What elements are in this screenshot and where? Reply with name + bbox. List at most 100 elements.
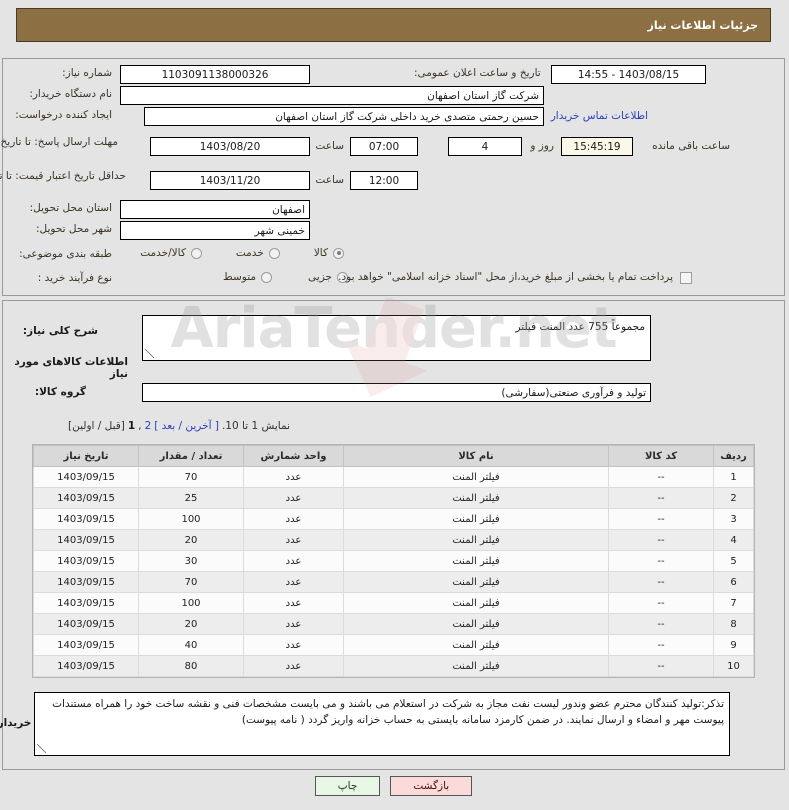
radio-option-khedmat[interactable]: خدمت — [237, 247, 281, 259]
deadline-hour-field[interactable]: 07:00 — [351, 137, 419, 156]
notes-textarea[interactable]: تذکر:تولید کنندگان محترم عضو وندور لیست … — [35, 692, 731, 756]
pagination-last-next[interactable]: [ آخرین / بعد ] — [155, 420, 220, 432]
col-row: ردیف — [714, 445, 755, 467]
cell-unit: عدد — [244, 487, 345, 509]
radio-option-kala[interactable]: کالا — [315, 247, 345, 259]
summary-label: شرح کلی نیاز: — [23, 325, 99, 337]
cell-row: 7 — [714, 592, 755, 614]
radio-icon[interactable] — [191, 247, 203, 259]
city-value: خمینی شهر — [255, 224, 306, 237]
deadline-date-field[interactable]: 1403/08/20 — [151, 137, 311, 156]
cell-date: 1403/09/15 — [34, 550, 140, 572]
buyer-org-field[interactable]: شرکت گاز استان اصفهان — [121, 86, 545, 105]
cell-row: 2 — [714, 487, 755, 509]
radio-icon[interactable] — [262, 271, 274, 283]
province-field[interactable]: اصفهان — [121, 200, 311, 219]
cell-date: 1403/09/15 — [34, 571, 140, 593]
pagination-page-2[interactable]: 2 — [146, 420, 153, 432]
summary-textarea[interactable]: مجموعاً 755 عدد المنت فیلتر — [143, 315, 652, 361]
cell-name: فیلتر المنت — [344, 529, 610, 551]
cell-unit: عدد — [244, 571, 345, 593]
province-value: اصفهان — [273, 203, 306, 216]
print-button[interactable]: چاپ — [315, 776, 382, 796]
process-radio-group: جزیی متوسط — [224, 271, 349, 283]
col-code: کد کالا — [609, 445, 715, 467]
radio-label: خدمت — [236, 247, 265, 259]
action-buttons: بازگشت چاپ — [0, 776, 789, 796]
validity-hour-label: ساعت — [316, 174, 345, 186]
cell-code: -- — [609, 655, 715, 677]
product-group-label: گروه کالا: — [35, 386, 87, 398]
cell-unit: عدد — [244, 613, 345, 635]
cell-date: 1403/09/15 — [34, 655, 140, 677]
radio-option-kala-khedmat[interactable]: کالا/خدمت — [141, 247, 203, 259]
cell-name: فیلتر المنت — [344, 634, 610, 656]
cell-name: فیلتر المنت — [344, 466, 610, 488]
cell-unit: عدد — [244, 466, 345, 488]
cell-name: فیلتر المنت — [344, 613, 610, 635]
col-name: نام کالا — [344, 445, 610, 467]
page-title: جزئیات اطلاعات نیاز — [648, 18, 760, 32]
cell-qty: 30 — [139, 550, 245, 572]
cell-date: 1403/09/15 — [34, 466, 140, 488]
announce-label: تاریخ و ساعت اعلان عمومی: — [415, 67, 542, 79]
cell-row: 1 — [714, 466, 755, 488]
cell-date: 1403/09/15 — [34, 613, 140, 635]
buyer-contact-link[interactable]: اطلاعات تماس خریدار — [552, 110, 649, 122]
cell-name: فیلتر المنت — [344, 655, 610, 677]
table-body: 1 -- فیلتر المنت عدد 70 1403/09/15 2 -- فیلتر ال… — [34, 466, 755, 677]
radio-label: جزیی — [309, 271, 333, 283]
cell-unit: عدد — [244, 529, 345, 551]
goods-table: ردیف کد کالا نام کالا واحد شمارش تعداد /… — [34, 445, 755, 677]
cell-unit: عدد — [244, 550, 345, 572]
province-label: استان محل تحویل: — [30, 202, 113, 214]
days-remaining-value: 4 — [482, 140, 490, 153]
cell-unit: عدد — [244, 592, 345, 614]
cell-date: 1403/09/15 — [34, 592, 140, 614]
radio-icon[interactable] — [269, 247, 281, 259]
cell-row: 10 — [714, 655, 755, 677]
cell-qty: 40 — [139, 634, 245, 656]
days-remaining-field: 4 — [449, 137, 523, 156]
table-row: 3 -- فیلتر المنت عدد 100 1403/09/15 — [34, 508, 755, 530]
pagination-prev-first: [قبل / اولین] — [69, 420, 126, 432]
announce-date-field[interactable]: 1403/08/15 - 14:55 — [552, 65, 707, 84]
radio-label: کالا/خدمت — [141, 247, 187, 259]
cell-qty: 25 — [139, 487, 245, 509]
cell-name: فیلتر المنت — [344, 571, 610, 593]
validity-date-field[interactable]: 1403/11/20 — [151, 171, 311, 190]
validity-hour-field[interactable]: 12:00 — [351, 171, 419, 190]
summary-value: مجموعاً 755 عدد المنت فیلتر — [516, 321, 646, 333]
radio-icon[interactable] — [334, 247, 345, 259]
product-group-field[interactable]: تولید و فرآوری صنعتی(سفارشی) — [143, 383, 652, 402]
cell-code: -- — [609, 634, 715, 656]
deadline-hour-label: ساعت — [316, 140, 345, 152]
city-label: شهر محل تحویل: — [37, 223, 113, 235]
validity-date-value: 1403/11/20 — [200, 174, 262, 187]
table-row: 1 -- فیلتر المنت عدد 70 1403/09/15 — [34, 466, 755, 488]
back-button[interactable]: بازگشت — [391, 776, 474, 796]
cell-unit: عدد — [244, 634, 345, 656]
cell-code: -- — [609, 466, 715, 488]
requester-field[interactable]: حسین رحمتی متصدی خرید داخلی شرکت گاز است… — [145, 107, 545, 126]
city-field[interactable]: خمینی شهر — [121, 221, 311, 240]
radio-label: کالا — [314, 247, 329, 259]
deadline-label: مهلت ارسال پاسخ: تا تاریخ: — [0, 136, 119, 148]
cell-code: -- — [609, 613, 715, 635]
radio-option-motevaset[interactable]: متوسط — [224, 271, 274, 283]
pagination-comma: , — [139, 420, 143, 432]
col-qty: تعداد / مقدار — [139, 445, 245, 467]
cell-unit: عدد — [244, 508, 345, 530]
cell-code: -- — [609, 508, 715, 530]
treasury-checkbox-row[interactable]: پرداخت تمام یا بخشی از مبلغ خرید،از محل … — [339, 271, 693, 284]
time-remaining-value: 15:45:19 — [574, 140, 622, 153]
cell-date: 1403/09/15 — [34, 634, 140, 656]
page-header: جزئیات اطلاعات نیاز — [17, 8, 772, 42]
cell-unit: عدد — [244, 655, 345, 677]
table-row: 6 -- فیلتر المنت عدد 70 1403/09/15 — [34, 571, 755, 593]
need-number-field[interactable]: 1103091138000326 — [121, 65, 311, 84]
pagination-showing: نمایش 1 تا 10. — [222, 420, 291, 432]
checkbox-icon[interactable] — [681, 271, 693, 284]
cell-qty: 20 — [139, 529, 245, 551]
announce-date-value: 1403/08/15 - 14:55 — [578, 68, 681, 81]
